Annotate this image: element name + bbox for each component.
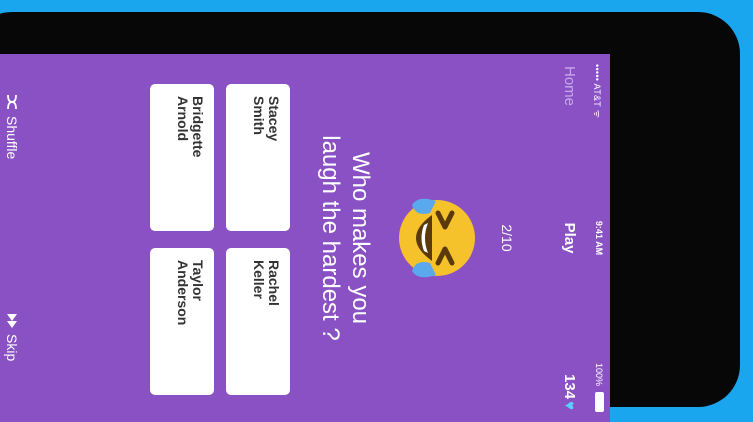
nav-bar: Home Play 134♥ xyxy=(548,54,588,422)
question-counter: 2/10 xyxy=(499,224,515,252)
answer-first-name: Stacey xyxy=(266,96,282,142)
answer-first-name: Taylor xyxy=(190,260,206,301)
answer-option-2[interactable]: Rachel Keller xyxy=(226,248,290,395)
status-bar: ••••• AT&T ᯤ 9:41 AM 100% xyxy=(588,54,610,422)
answer-last-name: Arnold xyxy=(175,96,191,142)
question-line-2: laugh the hardest ? xyxy=(317,135,344,341)
answer-last-name: Smith xyxy=(251,96,267,135)
answer-first-name: Rachel xyxy=(266,260,282,306)
screen-viewport: ••••• AT&T ᯤ 9:41 AM 100% Home Play 134♥… xyxy=(0,54,610,422)
question-line-1: Who makes you xyxy=(347,151,374,325)
phone-frame: ••••• AT&T ᯤ 9:41 AM 100% Home Play 134♥… xyxy=(0,12,740,422)
shuffle-label: Shuffle xyxy=(4,116,20,160)
shuffle-button[interactable]: Shuffle xyxy=(4,94,20,159)
answer-last-name: Keller xyxy=(251,260,267,299)
fast-forward-icon xyxy=(7,314,17,328)
shuffle-icon xyxy=(7,94,17,110)
answer-option-3[interactable]: Bridgette Arnold xyxy=(150,84,214,231)
coin-count: 134 xyxy=(561,374,578,400)
skip-button[interactable]: Skip xyxy=(4,314,20,361)
laughing-tears-emoji-icon xyxy=(399,198,475,278)
answer-last-name: Anderson xyxy=(175,260,191,326)
skip-label: Skip xyxy=(4,334,20,362)
answer-option-4[interactable]: Taylor Anderson xyxy=(150,248,214,395)
answer-option-1[interactable]: Stacey Smith xyxy=(226,84,290,231)
heart-icon: ♥ xyxy=(561,401,578,410)
answer-first-name: Bridgette xyxy=(190,96,206,158)
battery-icon xyxy=(595,392,604,412)
battery-percent: 100% xyxy=(594,362,604,386)
page-title: Play xyxy=(561,222,578,254)
app-screen: ••••• AT&T ᯤ 9:41 AM 100% Home Play 134♥… xyxy=(0,54,610,422)
question-text: Who makes you laugh the hardest ? xyxy=(315,54,375,422)
coin-balance: 134♥ xyxy=(561,374,578,410)
